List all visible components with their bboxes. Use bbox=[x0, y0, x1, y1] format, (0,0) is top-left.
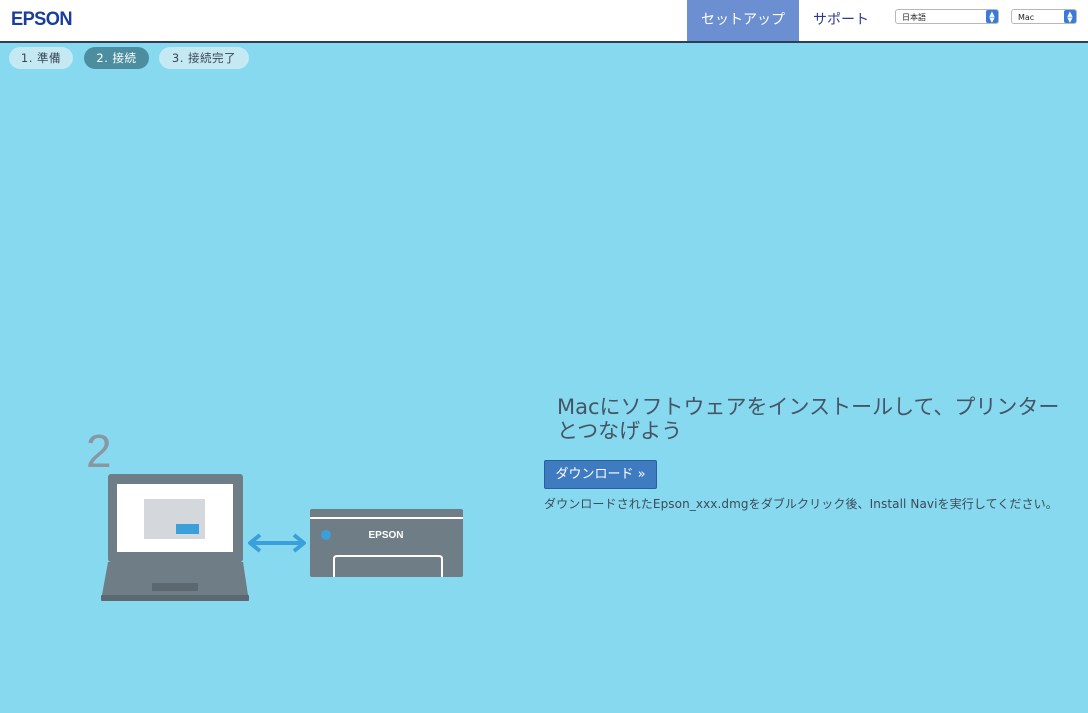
step-prepare: 1. 準備 bbox=[9, 47, 73, 69]
language-select-value: 日本語 bbox=[902, 13, 926, 22]
language-select[interactable]: 日本語 ▲ ▼ bbox=[895, 9, 999, 24]
header: EPSON セットアップ サポート 日本語 ▲ ▼ Mac ▲ ▼ bbox=[0, 0, 1088, 43]
laptop-printer-illustration: EPSON bbox=[101, 474, 463, 601]
os-select-value: Mac bbox=[1018, 13, 1035, 22]
download-button[interactable]: ダウンロード » bbox=[544, 460, 657, 489]
nav-tab-support[interactable]: サポート bbox=[799, 0, 883, 41]
step-connect-complete: 3. 接続完了 bbox=[159, 47, 249, 69]
bidirectional-arrow-icon bbox=[248, 533, 306, 553]
printer-brand-label: EPSON bbox=[368, 530, 403, 541]
instructions-text: ダウンロードされたEpson_xxx.dmgをダブルクリック後、Install … bbox=[544, 497, 1058, 511]
page: EPSON セットアップ サポート 日本語 ▲ ▼ Mac ▲ ▼ 1. 準備 2.… bbox=[0, 0, 1088, 713]
select-arrows-icon: ▲ ▼ bbox=[986, 10, 998, 24]
laptop-icon bbox=[101, 474, 249, 601]
step-connect-active: 2. 接続 bbox=[84, 47, 149, 69]
nav-tab-setup[interactable]: セットアップ bbox=[687, 0, 799, 41]
select-arrows-icon: ▲ ▼ bbox=[1064, 10, 1076, 24]
epson-logo[interactable]: EPSON bbox=[11, 9, 73, 31]
os-select[interactable]: Mac ▲ ▼ bbox=[1011, 9, 1077, 24]
headline: Macにソフトウェアをインストールして、プリンターとつなげよう bbox=[557, 395, 1060, 443]
printer-icon: EPSON bbox=[310, 509, 463, 577]
